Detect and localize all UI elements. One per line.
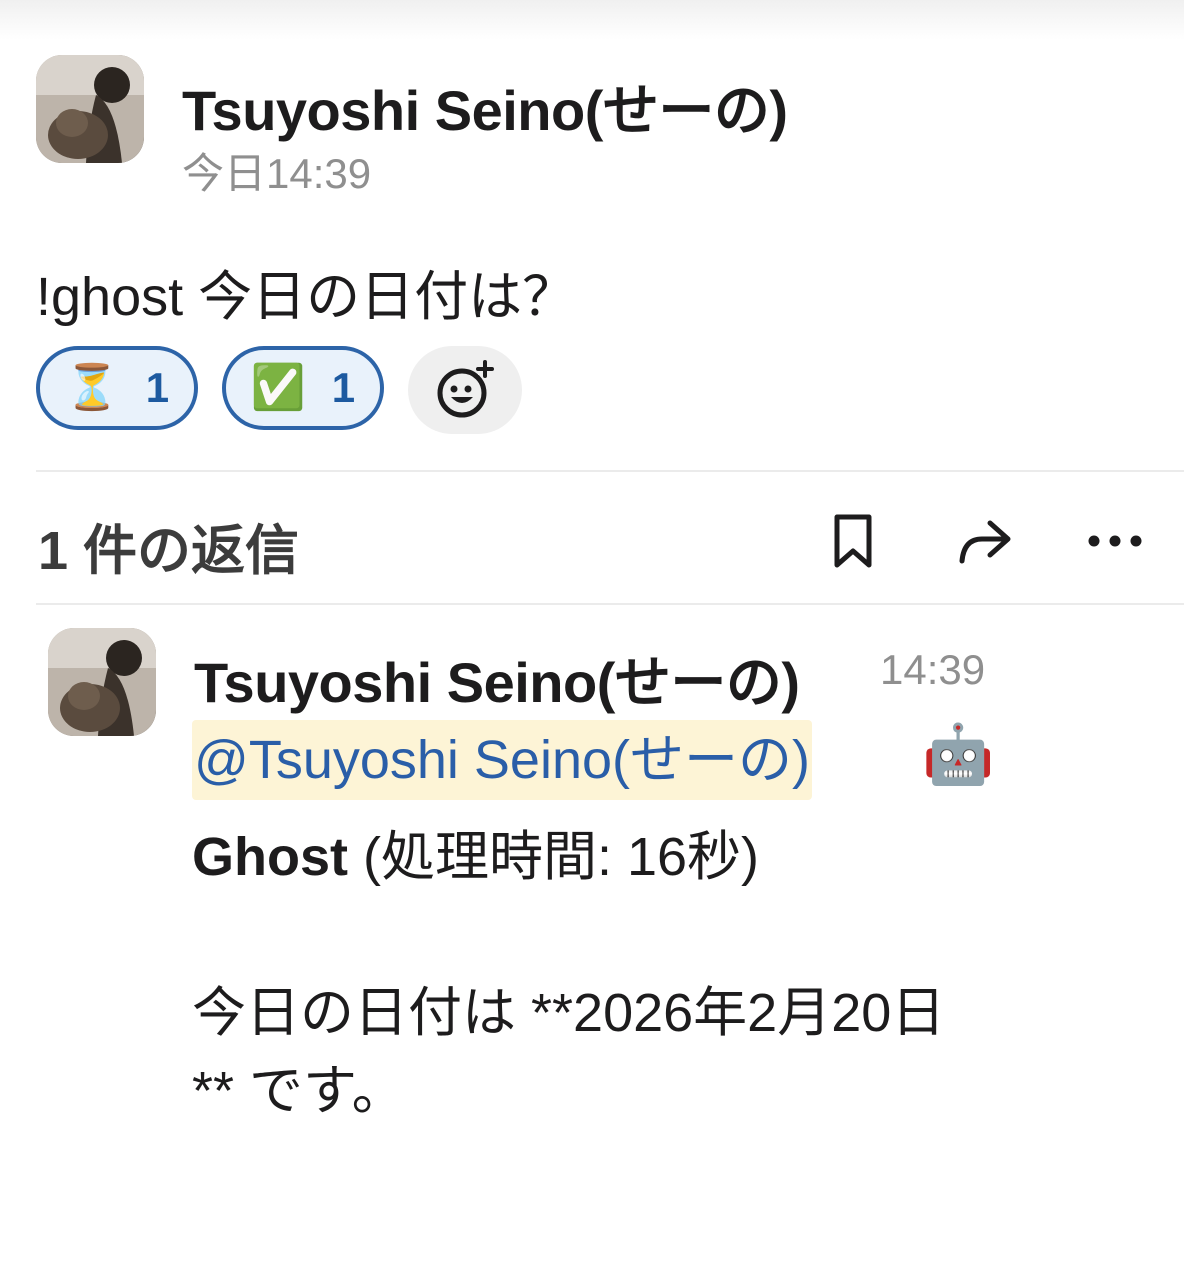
add-reaction-button[interactable] [408, 346, 522, 434]
avatar-photo [48, 628, 156, 736]
more-icon [1088, 535, 1142, 547]
avatar-photo [36, 55, 144, 163]
reply-author-name[interactable]: Tsuyoshi Seino(せーの) [194, 638, 800, 719]
message-timestamp[interactable]: 今日14:39 [182, 140, 371, 201]
author-name[interactable]: Tsuyoshi Seino(せーの) [182, 66, 788, 147]
reply-timestamp[interactable]: 14:39 [880, 646, 985, 694]
message-text: !ghost 今日の日付は？ [36, 267, 577, 327]
share-button[interactable] [950, 506, 1020, 576]
robot-icon: 🤖 [922, 722, 995, 787]
answer-line-2: ** です。 [192, 1061, 406, 1121]
reaction-count: 1 [331, 364, 356, 411]
add-reaction-icon [437, 360, 494, 418]
reply-author-avatar[interactable] [48, 628, 156, 736]
user-mention[interactable]: @Tsuyoshi Seino(せーの) [192, 720, 812, 800]
top-shade [0, 0, 1184, 40]
answer-line-1: 今日の日付は **2026年2月20日 [192, 983, 946, 1043]
share-icon [959, 520, 1011, 564]
bot-name: Ghost [192, 827, 348, 887]
reaction-count: 1 [145, 364, 170, 411]
check-mark-icon: ✅ [250, 363, 306, 412]
author-avatar[interactable] [36, 55, 144, 163]
bookmark-button[interactable] [818, 506, 888, 576]
replies-count-label: 1 件の返信 [38, 521, 300, 581]
divider [36, 470, 1184, 472]
hourglass-icon: ⏳ [64, 363, 120, 412]
divider [36, 603, 1184, 605]
reaction-check[interactable]: ✅ 1 [222, 346, 384, 430]
bookmark-icon [834, 514, 872, 568]
bot-header-line: Ghost (処理時間: 16秒) [192, 812, 759, 891]
reaction-hourglass[interactable]: ⏳ 1 [36, 346, 198, 430]
processing-time: (処理時間: 16秒) [348, 827, 760, 887]
more-actions-button[interactable] [1080, 506, 1150, 576]
